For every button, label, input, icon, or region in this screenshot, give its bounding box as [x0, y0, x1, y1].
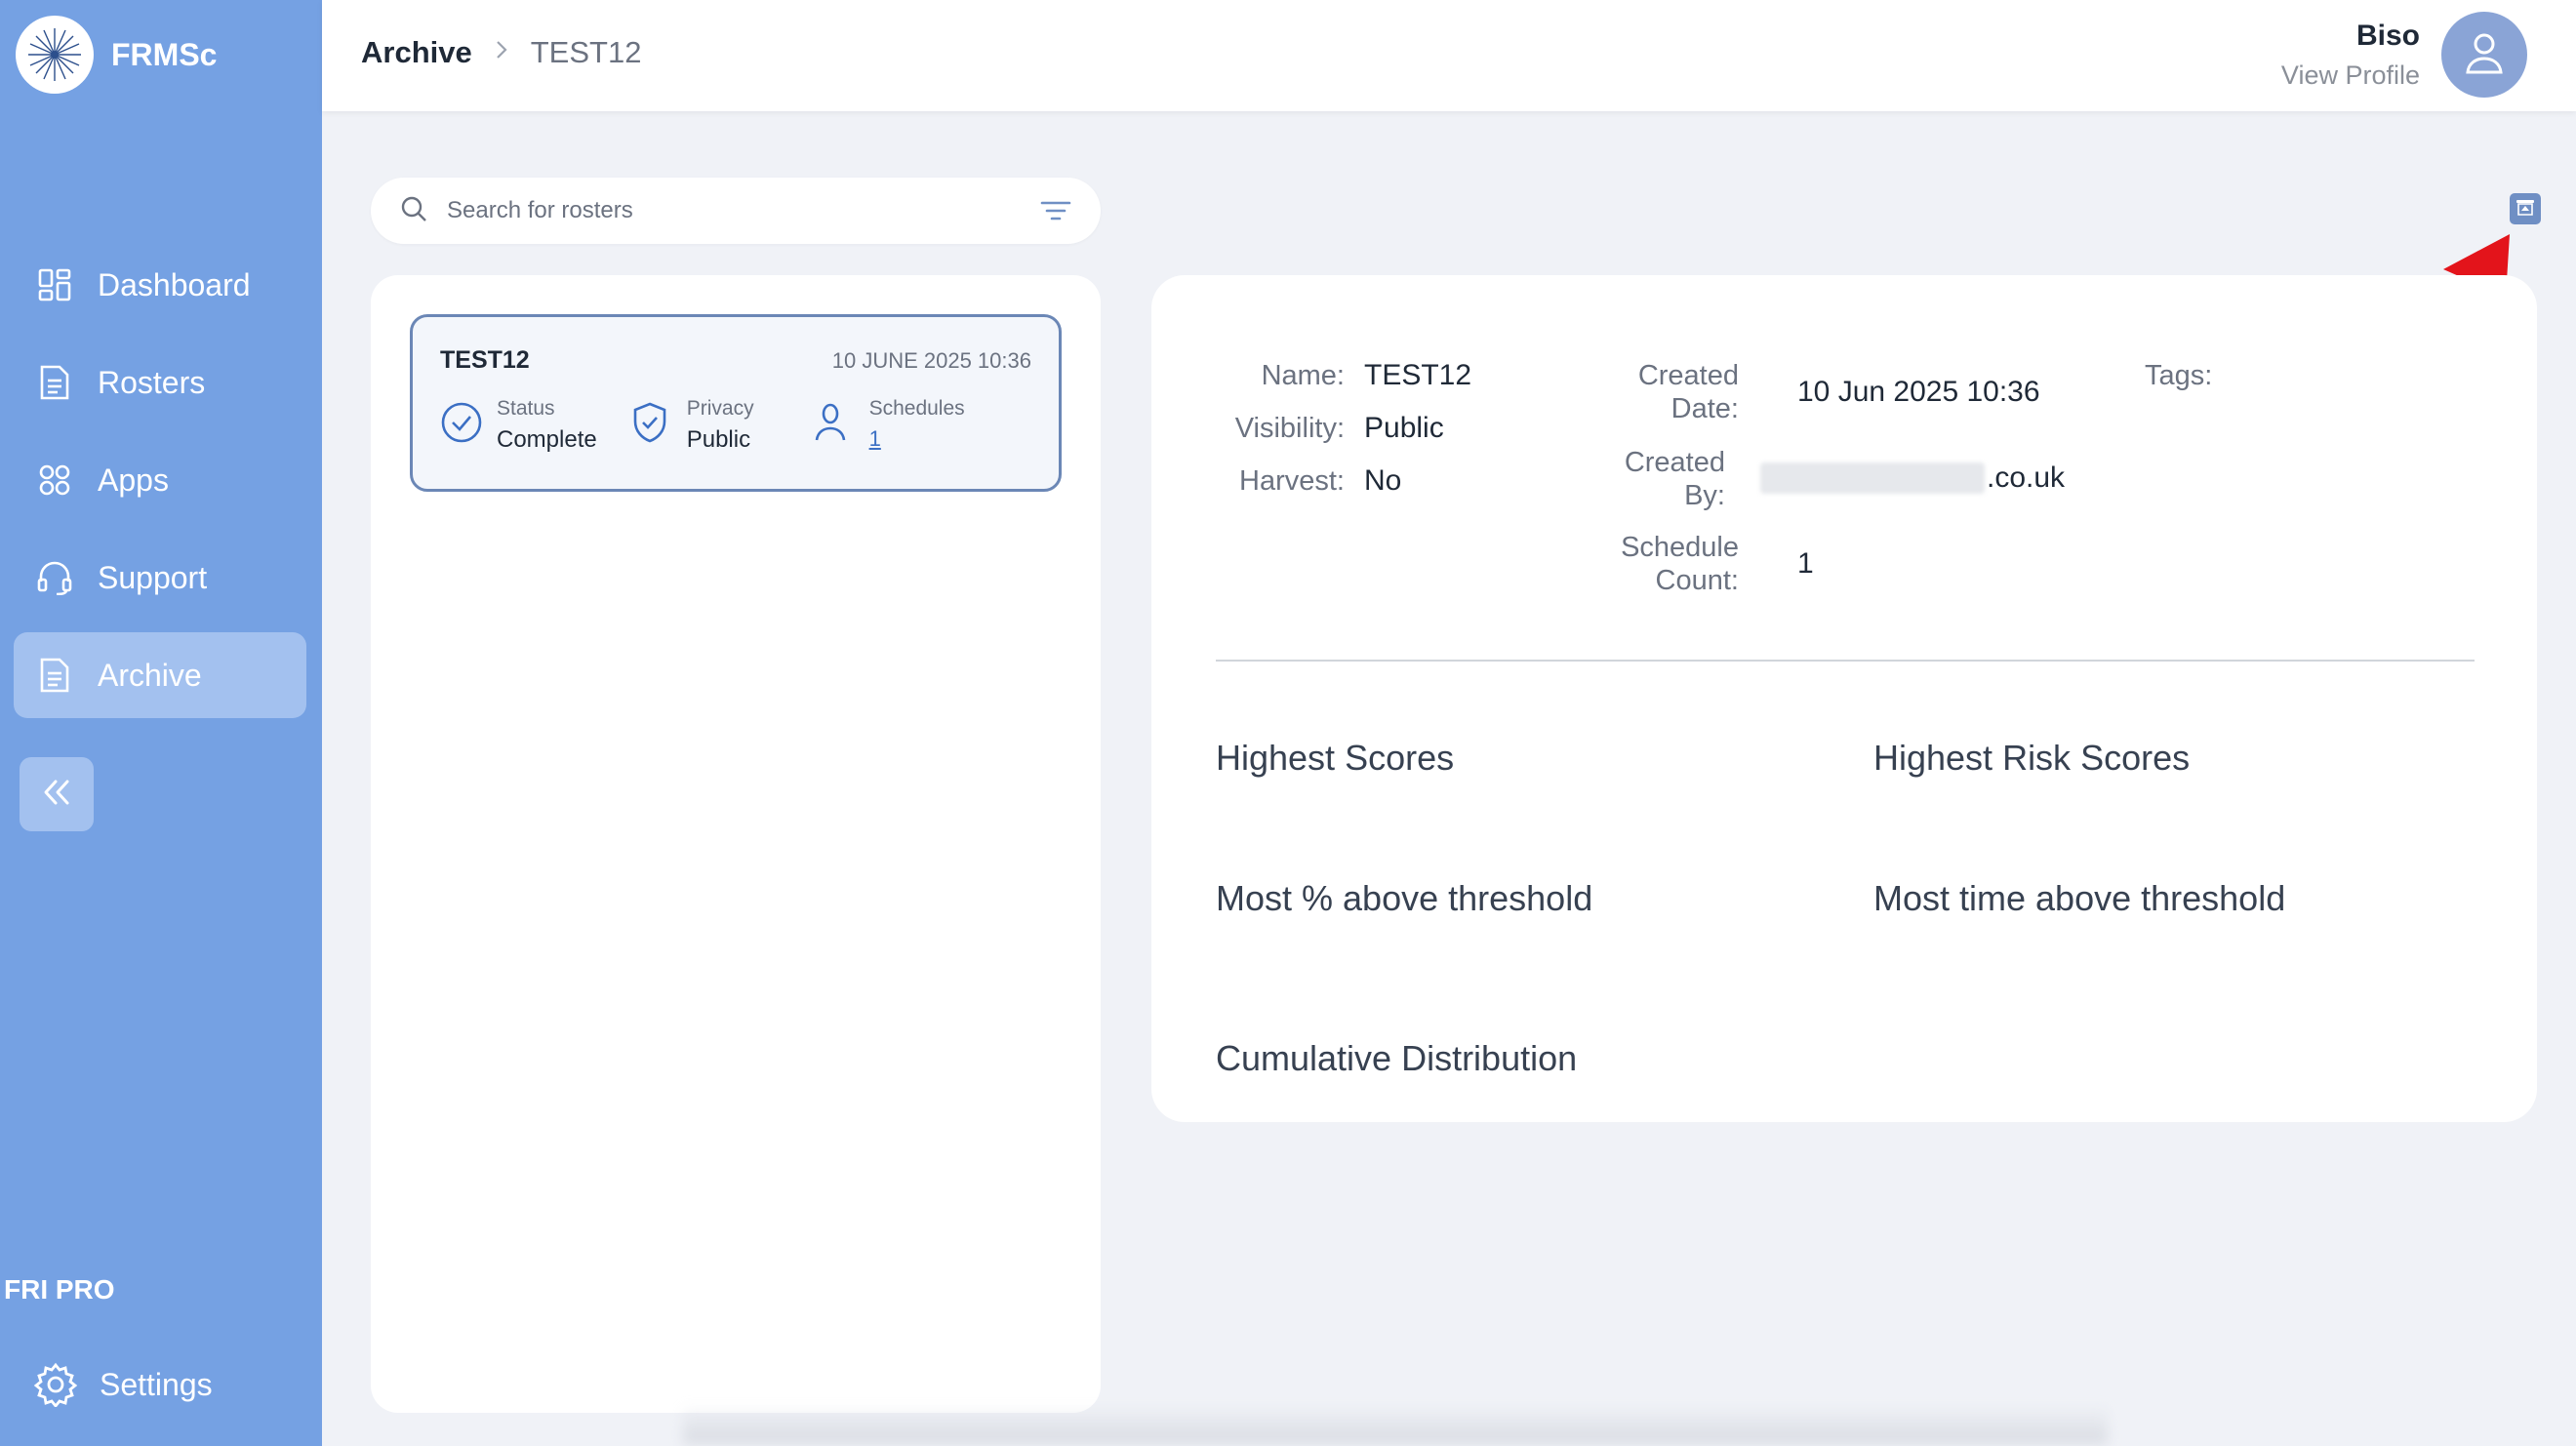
roster-schedules: Schedules 1 — [813, 397, 965, 454]
archive-box-icon — [2515, 196, 2536, 222]
sidebar-item-label: Dashboard — [98, 266, 251, 302]
unarchive-button[interactable] — [2510, 193, 2541, 224]
tags-label: Tags: — [2145, 360, 2213, 391]
breadcrumb: Archive TEST12 — [361, 35, 641, 70]
visibility-label: Visibility: — [1234, 413, 1345, 444]
sidebar-item-dashboard[interactable]: Dashboard — [14, 242, 306, 328]
privacy-value: Public — [686, 426, 751, 453]
created-by-label-line1: Created — [1624, 447, 1725, 478]
status-value: Complete — [497, 426, 597, 453]
schedules-label: Schedules — [868, 397, 965, 420]
roster-date: 10 JUNE 2025 10:36 — [831, 348, 1031, 373]
dashboard-icon — [35, 265, 74, 304]
status-label: Status — [497, 397, 555, 420]
user-icon — [2465, 31, 2504, 79]
name-value: TEST12 — [1364, 359, 1472, 391]
brand-name: FRMSc — [111, 36, 218, 72]
schedule-count-label-line2: Count: — [1655, 565, 1739, 596]
gear-icon — [33, 1362, 78, 1409]
collapse-sidebar-button[interactable] — [20, 757, 94, 831]
highest-scores-heading: Highest Scores — [1216, 738, 1455, 778]
schedule-count-label-line1: Schedule — [1621, 532, 1739, 563]
created-date-value: 10 Jun 2025 10:36 — [1797, 376, 2040, 408]
roster-card[interactable]: TEST12 10 JUNE 2025 10:36 Status Complet… — [410, 314, 1062, 492]
visibility-value: Public — [1364, 412, 1444, 444]
most-percent-above-threshold-heading: Most % above threshold — [1216, 878, 1593, 918]
roster-privacy: Privacy Public — [630, 397, 754, 454]
search-input[interactable] — [445, 196, 1015, 225]
sidebar-item-rosters[interactable]: Rosters — [14, 340, 306, 425]
apps-icon — [35, 461, 74, 500]
user-name: Biso — [2355, 19, 2420, 52]
sidebar-item-apps[interactable]: Apps — [14, 437, 306, 523]
roster-list-panel: TEST12 10 JUNE 2025 10:36 Status Complet… — [371, 275, 1101, 1413]
created-by-value: .co.uk — [1987, 462, 2066, 494]
created-by-label-line2: By: — [1684, 480, 1725, 511]
roster-status: Status Complete — [440, 397, 597, 454]
most-time-above-threshold-heading: Most time above threshold — [1873, 878, 2286, 918]
harvest-value: No — [1364, 464, 1402, 497]
settings-link[interactable]: Settings — [33, 1362, 213, 1409]
schedule-count-value: 1 — [1797, 547, 1814, 580]
horizontal-scroll-shadow — [683, 1405, 2108, 1444]
sidebar-item-label: Apps — [98, 462, 169, 498]
headset-icon — [35, 558, 74, 597]
sidebar: FRMSc Dashboard Rosters Apps Support Arc… — [0, 0, 322, 1446]
sidebar-item-support[interactable]: Support — [14, 535, 306, 621]
settings-label: Settings — [100, 1366, 213, 1402]
starburst-logo — [16, 16, 94, 94]
person-icon — [813, 401, 856, 444]
chevron-right-icon — [494, 37, 509, 68]
brand[interactable]: FRMSc — [16, 16, 217, 94]
sidebar-item-archive[interactable]: Archive — [14, 632, 306, 718]
shield-check-icon — [630, 401, 673, 444]
divider — [1216, 660, 2475, 662]
breadcrumb-current: TEST12 — [530, 35, 642, 69]
name-label: Name: — [1261, 360, 1345, 391]
sidebar-item-label: Support — [98, 559, 208, 595]
user-profile[interactable]: Biso View Profile — [2281, 12, 2527, 98]
privacy-label: Privacy — [686, 397, 754, 420]
view-profile-link[interactable]: View Profile — [2281, 60, 2420, 91]
check-circle-icon — [440, 401, 483, 444]
search-icon — [400, 195, 427, 227]
sidebar-item-label: Rosters — [98, 364, 206, 400]
roster-detail-panel: Name: TEST12 Visibility: Public Harvest:… — [1151, 275, 2537, 1122]
plan-label: FRI PRO — [4, 1274, 115, 1305]
document-icon — [35, 656, 74, 695]
schedules-count-link[interactable]: 1 — [869, 426, 965, 452]
sidebar-nav: Dashboard Rosters Apps Support Archive — [14, 242, 306, 730]
top-header: Archive TEST12 Biso View Profile — [322, 0, 2576, 111]
harvest-label: Harvest: — [1239, 465, 1345, 497]
filter-icon[interactable] — [1040, 199, 1071, 227]
breadcrumb-archive[interactable]: Archive — [361, 35, 472, 70]
document-icon — [35, 363, 74, 402]
double-chevron-left-icon — [40, 778, 73, 812]
roster-title: TEST12 — [440, 346, 530, 374]
cumulative-distribution-heading: Cumulative Distribution — [1216, 1038, 1578, 1078]
avatar[interactable] — [2441, 12, 2527, 98]
roster-search — [371, 178, 1101, 244]
created-date-label-line2: Date: — [1670, 393, 1739, 424]
redacted-email — [1760, 462, 1985, 494]
sidebar-item-label: Archive — [98, 657, 202, 693]
highest-risk-scores-heading: Highest Risk Scores — [1873, 738, 2191, 778]
created-date-label-line1: Created — [1637, 360, 1739, 391]
